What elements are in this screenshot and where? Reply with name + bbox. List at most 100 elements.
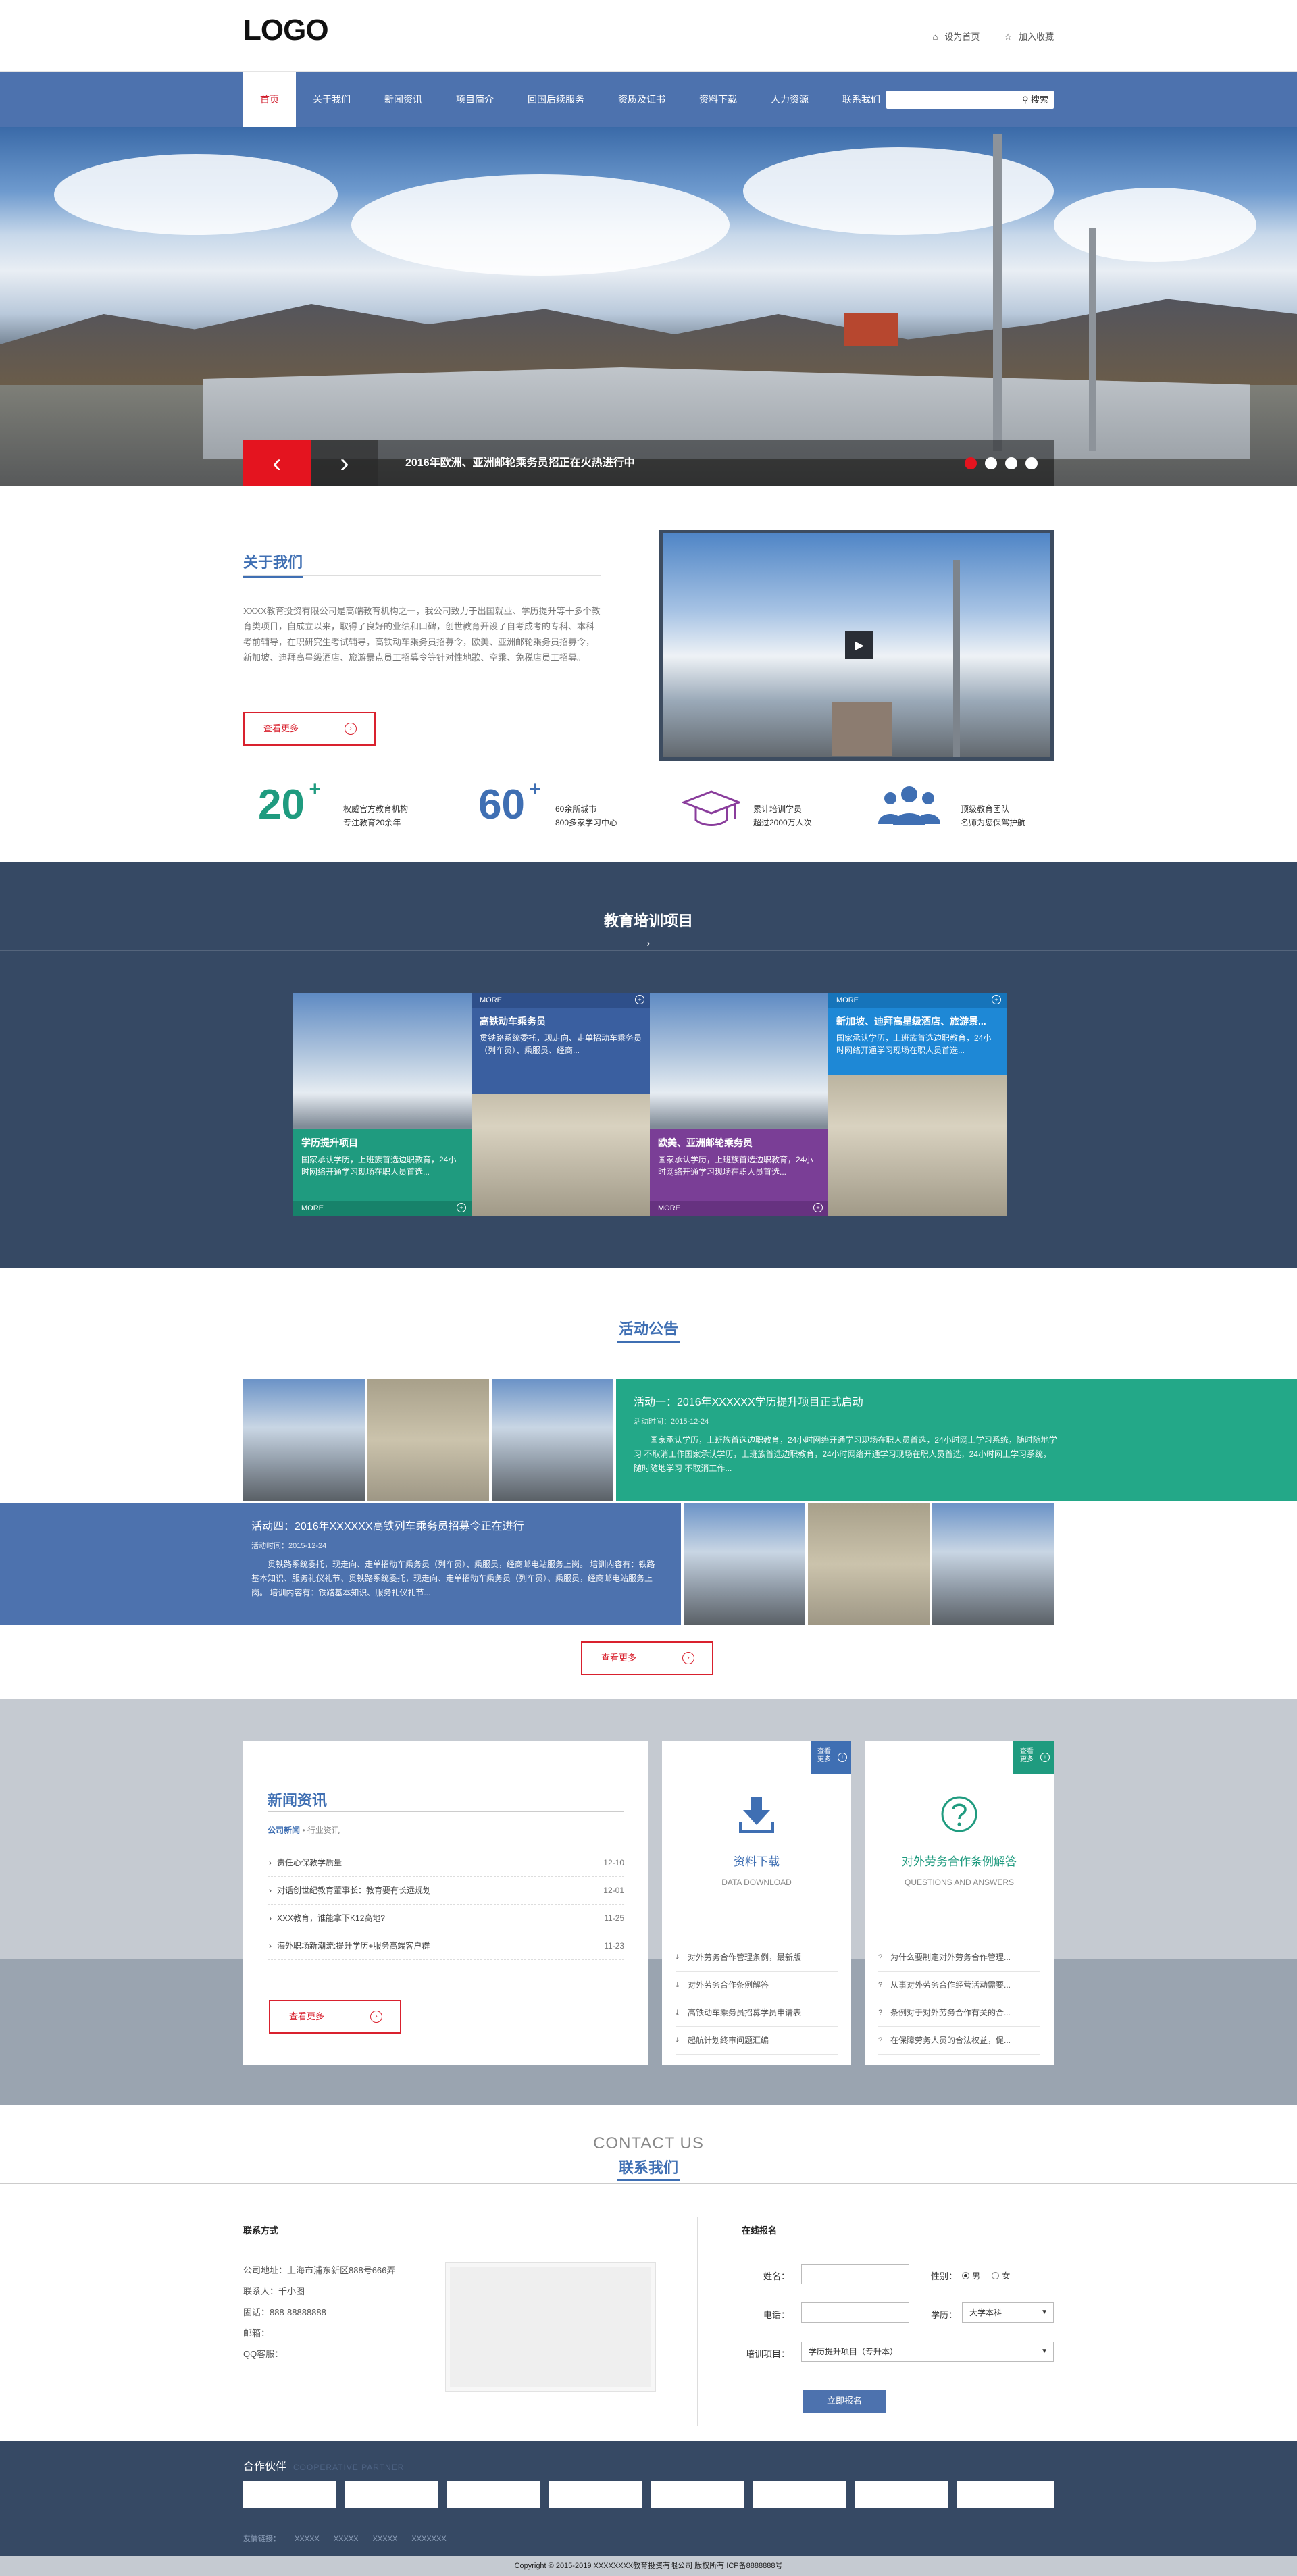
- partner-logo[interactable]: [651, 2481, 744, 2508]
- map-placeholder[interactable]: [446, 2263, 655, 2391]
- faq-item[interactable]: ? 从事对外劳务合作经营活动需要...: [878, 1972, 1040, 1999]
- project-more-link[interactable]: MORE +: [828, 993, 1007, 1008]
- download-item[interactable]: ⤓ 对外劳务合作管理条例，最新版: [676, 1944, 838, 1972]
- nav-item-news[interactable]: 新闻资讯: [367, 72, 439, 127]
- about-heading-wrap: 关于我们: [243, 550, 303, 578]
- banner-next-button[interactable]: ›: [311, 440, 378, 486]
- gender-male-radio[interactable]: 男: [962, 2271, 980, 2281]
- contact-info-title: 联系方式: [243, 2225, 279, 2236]
- logo[interactable]: LOGO: [243, 14, 329, 47]
- faq-more-corner[interactable]: 查看 更多 +: [1013, 1741, 1054, 1774]
- video-light-pole: [953, 560, 960, 757]
- nav-item-services[interactable]: 回国后续服务: [511, 72, 601, 127]
- about-title: 关于我们: [243, 550, 303, 578]
- download-item[interactable]: ⤓ 起航计划终审问题汇编: [676, 2027, 838, 2055]
- news-more-button[interactable]: 查看更多 ›: [269, 2000, 401, 2034]
- downloads-more-corner[interactable]: 查看 更多 +: [811, 1741, 851, 1774]
- nav-item-projects[interactable]: 项目简介: [439, 72, 511, 127]
- search-input[interactable]: [886, 91, 1015, 109]
- question-small-icon: ?: [878, 1953, 883, 1961]
- question-small-icon: ?: [878, 2009, 883, 2017]
- plus-circle-icon: +: [838, 1753, 847, 1762]
- friend-link[interactable]: XXXXX: [295, 2535, 320, 2543]
- project-card[interactable]: MORE + 高铁动车乘务员 贯铁路系统委托，现走向、走单招动车乘务员（列车员）、…: [472, 993, 650, 1216]
- nav-item-downloads[interactable]: 资料下载: [682, 72, 754, 127]
- banner-cloud: [743, 147, 1054, 235]
- banner-caption-bar: ‹ › 2016年欧洲、亚洲邮轮乘务员招正在火热进行中: [243, 440, 1054, 486]
- project-card[interactable]: MORE + 新加坡、迪拜高星级酒店、旅游景... 国家承认学历，上班族首选边职教…: [828, 993, 1007, 1216]
- banner-dot[interactable]: [1005, 457, 1017, 469]
- faq-item[interactable]: ? 条例对于对外劳务合作有关的合...: [878, 1999, 1040, 2027]
- nav-item-certificates[interactable]: 资质及证书: [601, 72, 682, 127]
- download-item[interactable]: ⤓ 对外劳务合作条例解答: [676, 1972, 838, 1999]
- partner-logo[interactable]: [957, 2481, 1054, 2508]
- partner-logo[interactable]: [345, 2481, 438, 2508]
- project-more-link[interactable]: MORE +: [293, 1201, 472, 1216]
- partner-logo[interactable]: [243, 2481, 336, 2508]
- nav-item-hr[interactable]: 人力资源: [754, 72, 825, 127]
- announcement-item[interactable]: 活动四：2016年XXXXXX高铁列车乘务员招募令正在进行 活动时间：2015-…: [0, 1503, 681, 1625]
- announcement-thumbnail[interactable]: [367, 1379, 489, 1501]
- faq-item[interactable]: ? 为什么要制定对外劳务合作管理...: [878, 1944, 1040, 1972]
- contact-phone: 固话：888-88888888: [243, 2307, 326, 2317]
- banner-dot[interactable]: [965, 457, 977, 469]
- friend-link[interactable]: XXXXXXX: [411, 2535, 446, 2543]
- nav-item-home[interactable]: 首页: [243, 72, 296, 127]
- tab-company-news[interactable]: 公司新闻: [268, 1826, 300, 1835]
- news-item[interactable]: 责任心保教学质量12-10: [268, 1849, 624, 1877]
- phone-label: 电话：: [763, 2310, 790, 2320]
- plus-circle-icon: +: [635, 995, 644, 1004]
- project-card[interactable]: 学历提升项目 国家承认学历，上班族首选边职教育，24小时网络开通学习现场在职人员…: [293, 993, 472, 1216]
- announcement-desc: 贯铁路系统委托，现走向、走单招动车乘务员（列车员）、乘服员，经商邮电站服务上岗。…: [251, 1560, 655, 1597]
- banner-light-pole: [1089, 228, 1096, 451]
- stat-number: 60 +: [478, 778, 541, 828]
- announcement-thumbnail[interactable]: [684, 1503, 805, 1625]
- project-more-link[interactable]: MORE +: [472, 993, 650, 1008]
- partner-logo[interactable]: [753, 2481, 846, 2508]
- add-favorite-link[interactable]: ☆ 加入收藏: [1004, 30, 1054, 43]
- gender-female-radio[interactable]: 女: [992, 2271, 1010, 2281]
- partner-logo[interactable]: [549, 2481, 642, 2508]
- name-field[interactable]: [801, 2264, 909, 2284]
- play-icon[interactable]: ▶: [845, 631, 873, 659]
- video-player[interactable]: ▶: [659, 530, 1054, 761]
- phone-field[interactable]: [801, 2302, 909, 2323]
- friend-link[interactable]: XXXXX: [334, 2535, 359, 2543]
- project-desc: 国家承认学历，上班族首选边职教育，24小时网络开通学习现场在职人员首选...: [301, 1155, 457, 1177]
- education-select[interactable]: 大学本科: [962, 2302, 1054, 2323]
- announcements-title: 活动公告: [617, 1320, 680, 1343]
- nav-item-about[interactable]: 关于我们: [296, 72, 367, 127]
- partner-logo[interactable]: [855, 2481, 948, 2508]
- project-card[interactable]: 欧美、亚洲邮轮乘务员 国家承认学历，上班族首选边职教育，24小时网络开通学习现场…: [650, 993, 828, 1216]
- news-item[interactable]: XXX教育，谁能拿下K12高地?11-25: [268, 1905, 624, 1932]
- announcement-thumbnail[interactable]: [492, 1379, 613, 1501]
- contact-info: 公司地址：上海市浦东新区888号666弄 联系人：千小图 固话：888-8888…: [243, 2260, 395, 2365]
- partner-logo[interactable]: [447, 2481, 540, 2508]
- search-button[interactable]: ⚲ 搜索: [1022, 91, 1048, 109]
- downloads-title: 资料下载: [734, 1855, 780, 1868]
- contact-title-cn: 联系我们: [617, 2159, 680, 2181]
- set-home-link[interactable]: ⌂ 设为首页: [932, 30, 980, 43]
- signup-submit-button[interactable]: 立即报名: [803, 2390, 886, 2413]
- announcement-thumbnail[interactable]: [808, 1503, 930, 1625]
- announcement-thumbnail[interactable]: [932, 1503, 1054, 1625]
- news-item[interactable]: 海外职场新潮流:提升学历+服务高端客户群11-23: [268, 1932, 624, 1960]
- project-select[interactable]: 学历提升项目（专升本）: [801, 2342, 1054, 2362]
- banner-dot[interactable]: [985, 457, 997, 469]
- banner-pagination: [965, 457, 1038, 469]
- announcement-item[interactable]: 活动一：2016年XXXXXX学历提升项目正式启动 活动时间：2015-12-2…: [616, 1379, 1297, 1501]
- tab-industry-news[interactable]: 行业资讯: [307, 1826, 340, 1835]
- faq-panel: 查看 更多 + 对外劳务合作条例解答 QUESTIONS AND ANSWERS ?…: [865, 1741, 1054, 2065]
- banner-prev-button[interactable]: ‹: [243, 440, 311, 486]
- about-more-button[interactable]: 查看更多 ›: [243, 712, 376, 746]
- banner-dot[interactable]: [1025, 457, 1038, 469]
- download-item[interactable]: ⤓ 高铁动车乘务员招募学员申请表: [676, 1999, 838, 2027]
- friend-link[interactable]: XXXXX: [373, 2535, 398, 2543]
- news-item[interactable]: 对话创世纪教育董事长：教育要有长远规划12-01: [268, 1877, 624, 1905]
- copyright: Copyright © 2015-2019 XXXXXXXX教育投资有限公司 版…: [0, 2556, 1297, 2576]
- download-arrow-icon: ⤓: [676, 2036, 679, 2044]
- project-more-link[interactable]: MORE +: [650, 1201, 828, 1216]
- faq-item[interactable]: ? 在保障劳务人员的合法权益，促...: [878, 2027, 1040, 2055]
- announcements-more-button[interactable]: 查看更多 ›: [581, 1641, 713, 1675]
- announcement-thumbnail[interactable]: [243, 1379, 365, 1501]
